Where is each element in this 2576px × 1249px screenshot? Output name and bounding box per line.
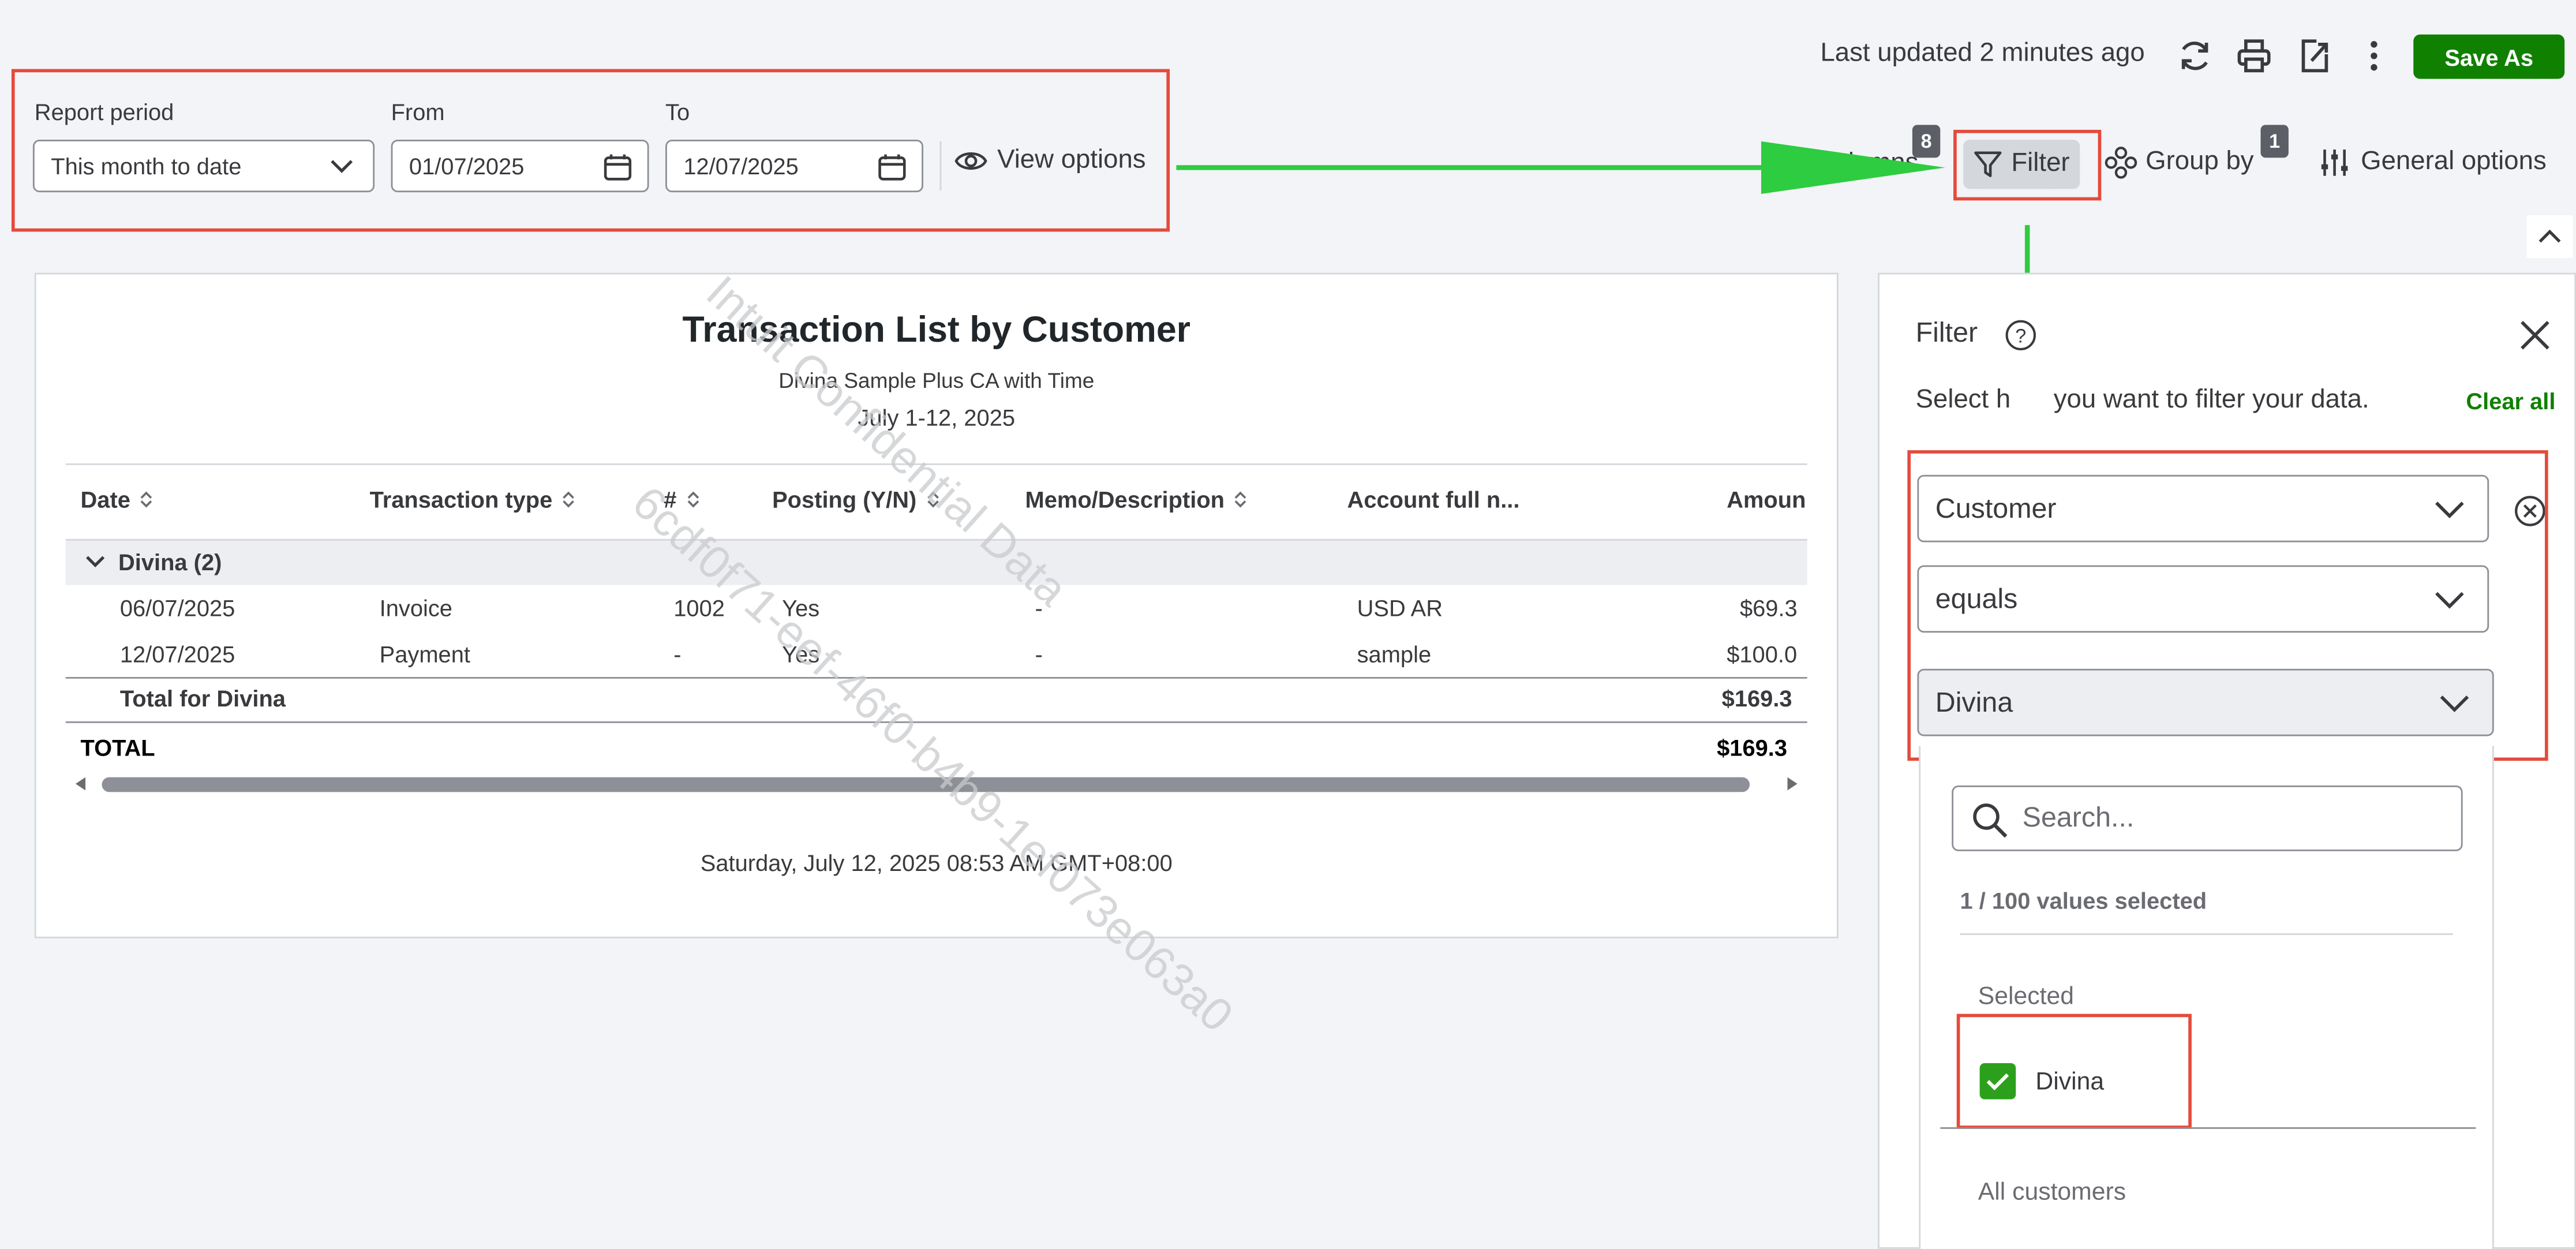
column-header-transaction-type[interactable]: Transaction type [370, 487, 576, 513]
total-label: TOTAL [80, 734, 155, 761]
total-for-label: Total for Divina [119, 685, 286, 712]
group-by-icon [2105, 147, 2137, 179]
general-options-label: General options [2361, 148, 2547, 176]
column-header-label: Amoun [1727, 486, 1806, 513]
svg-text:?: ? [2015, 326, 2026, 347]
calendar-icon[interactable] [603, 153, 632, 182]
group-by-button[interactable]: Group by [2105, 146, 2254, 179]
to-date-value: 12/07/2025 [683, 152, 799, 180]
refresh-icon[interactable] [2177, 38, 2213, 74]
export-icon[interactable] [2297, 38, 2333, 74]
report-period-value: This month to date [51, 152, 242, 180]
divider [65, 721, 1807, 723]
search-icon [1973, 803, 2008, 838]
report-footer-timestamp: Saturday, July 12, 2025 08:53 AM GMT+08:… [700, 849, 1173, 876]
divider [939, 141, 942, 191]
columns-count-badge: 8 [1912, 125, 1941, 158]
column-header-label: Posting (Y/N) [772, 486, 917, 513]
report-company: Divina Sample Plus CA with Time [778, 368, 1095, 393]
from-date-value: 01/07/2025 [409, 152, 525, 180]
view-options-button[interactable]: View options [954, 146, 1146, 175]
eye-icon [954, 152, 987, 170]
group-label: Divina (2) [118, 548, 222, 575]
table-row[interactable] [66, 631, 1807, 677]
sliders-icon [2321, 149, 2348, 176]
cell-amount: $69.3 [1739, 594, 1798, 622]
divider [1940, 1127, 2476, 1129]
sort-icon [141, 491, 153, 508]
group-toggle[interactable]: Divina (2) [85, 549, 222, 575]
all-customers-heading: All customers [1978, 1178, 2126, 1206]
cell-transaction-type[interactable]: Payment [380, 641, 470, 667]
to-label: To [665, 98, 690, 125]
annotation-box-filter [1953, 129, 2102, 201]
chevron-up-icon [2538, 229, 2561, 243]
to-date-input[interactable]: 12/07/2025 [665, 139, 924, 193]
filter-search-input[interactable]: Search... [1952, 785, 2463, 851]
total-for-value: $169.3 [1721, 685, 1792, 712]
cell-amount-clip: $69.3 [1643, 588, 1807, 624]
search-placeholder: Search... [2022, 802, 2135, 833]
group-row [65, 539, 1807, 585]
general-options-button[interactable]: General options [2318, 146, 2547, 179]
cell-amount: $100.0 [1727, 641, 1798, 667]
cell-account: sample [1357, 641, 1432, 667]
column-header-label: Memo/Description [1025, 486, 1225, 513]
cell-amount-clip: $100.0 [1643, 634, 1807, 671]
total-for-clip: $169.3 [1643, 680, 1807, 717]
from-date-input[interactable]: 01/07/2025 [391, 139, 649, 193]
report-title: Transaction List by Customer [682, 309, 1191, 350]
divider [65, 676, 1807, 679]
group-by-label: Group by [2146, 148, 2254, 176]
filter-hint-end: you want to filter your data. [2053, 386, 2369, 414]
cell-account: USD AR [1357, 594, 1443, 622]
close-icon[interactable] [2518, 319, 2551, 351]
column-header-amount-clip: Amoun [1643, 477, 1807, 523]
total-value: $169.3 [1717, 734, 1788, 761]
column-header-date[interactable]: Date [81, 487, 153, 513]
total-clip: $169.3 [1643, 730, 1807, 766]
selected-heading: Selected [1978, 982, 2074, 1011]
divider [1960, 933, 2453, 935]
cell-transaction-type[interactable]: Invoice [380, 595, 452, 622]
sort-icon [1235, 491, 1247, 508]
column-header-memo[interactable]: Memo/Description [1025, 487, 1248, 513]
save-as-button[interactable]: Save As [2413, 34, 2565, 79]
column-header-account[interactable]: Account full n... [1347, 487, 1520, 513]
column-header-label: Account full n... [1347, 486, 1520, 513]
last-updated-text: Last updated 2 minutes ago [1820, 39, 2145, 68]
filter-panel-title: Filter [1915, 317, 1978, 349]
column-header-label: Transaction type [369, 486, 553, 513]
view-options-label: View options [997, 146, 1146, 174]
report-period-label: Report period [34, 98, 174, 125]
scroll-right-icon[interactable] [1784, 776, 1800, 792]
chevron-down-icon [331, 160, 353, 173]
columns-button-label[interactable]: lumns [1848, 149, 1919, 179]
print-icon[interactable] [2236, 38, 2272, 74]
filter-hint-start: Select h [1915, 386, 2011, 414]
annotation-box-filter-fields [1907, 450, 2548, 761]
cell-memo: - [1035, 641, 1043, 667]
report-period-select[interactable]: This month to date [32, 139, 375, 193]
cell-number: - [673, 641, 682, 667]
column-header-amount[interactable]: Amoun [1727, 487, 1806, 513]
chevron-down-icon [86, 556, 105, 567]
from-label: From [391, 98, 445, 125]
column-header-label: Date [80, 486, 130, 513]
report-period: July 1-12, 2025 [858, 404, 1016, 431]
scroll-left-icon[interactable] [72, 776, 88, 792]
collapse-panel-button[interactable] [2526, 215, 2573, 258]
sort-icon [563, 491, 575, 508]
cell-date: 06/07/2025 [119, 594, 235, 622]
group-by-count-badge: 1 [2260, 125, 2289, 158]
calendar-icon[interactable] [877, 153, 907, 182]
annotation-box-selected [1956, 1014, 2192, 1129]
more-options-icon[interactable] [2359, 38, 2388, 74]
help-icon[interactable]: ? [2004, 319, 2037, 351]
values-selected-count: 1 / 100 values selected [1960, 887, 2207, 914]
table-row[interactable] [66, 585, 1807, 631]
cell-date: 12/07/2025 [119, 641, 235, 667]
clear-all-link[interactable]: Clear all [2466, 388, 2555, 414]
